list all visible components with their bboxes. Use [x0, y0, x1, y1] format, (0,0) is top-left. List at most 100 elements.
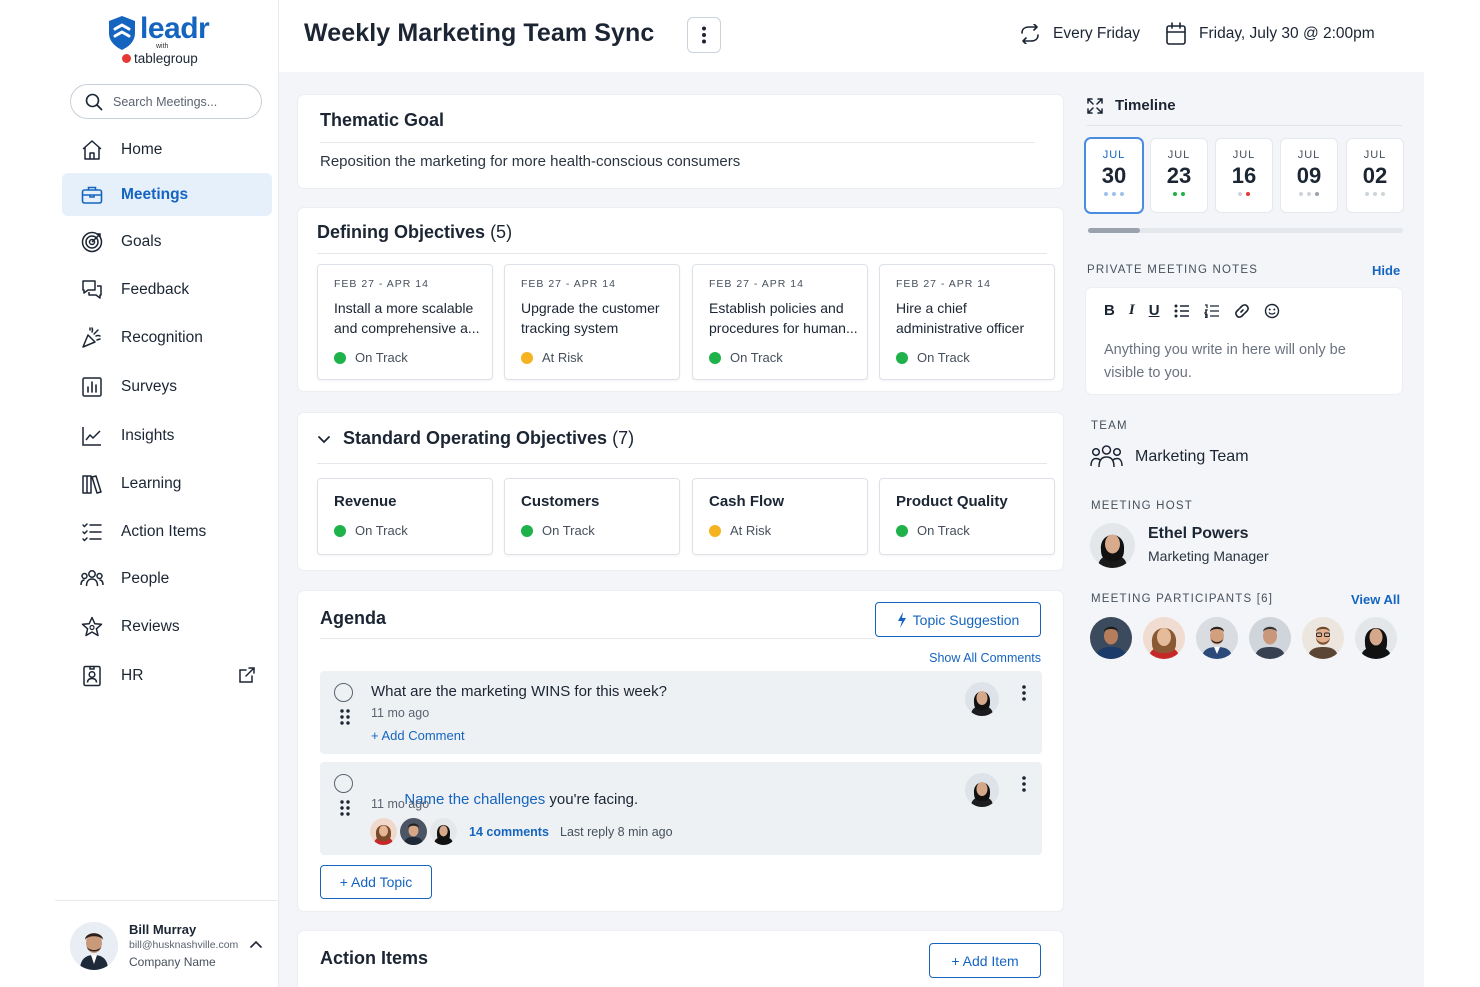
more-vertical-icon[interactable] — [1022, 685, 1026, 701]
objective-title: Upgrade the customer tracking system — [521, 300, 660, 336]
sidebar-item-people[interactable]: People — [62, 557, 272, 600]
participant-avatar[interactable] — [1249, 617, 1291, 659]
numbered-list-icon[interactable] — [1203, 303, 1220, 318]
status-dot-icon — [521, 351, 533, 364]
sidebar-item-insights[interactable]: Insights — [62, 414, 272, 457]
participant-avatar[interactable] — [1302, 617, 1344, 659]
participant-avatar[interactable] — [1090, 617, 1132, 659]
user-avatar[interactable] — [70, 922, 118, 970]
objective-name: Revenue — [334, 493, 397, 510]
timeline-day: 02 — [1362, 163, 1388, 188]
underline-button[interactable]: U — [1149, 302, 1160, 319]
participant-avatar[interactable] — [1196, 617, 1238, 659]
defining-objectives-title: Defining Objectives — [317, 222, 486, 242]
woman-portrait-icon — [1090, 523, 1135, 568]
timeline-date-card[interactable]: JUL 16 — [1216, 139, 1272, 212]
defining-objective-card[interactable]: FEB 27 - APR 14 Hire a chief administrati… — [879, 264, 1055, 380]
sidebar-item-surveys[interactable]: Surveys — [62, 365, 272, 408]
sidebar-item-recognition[interactable]: Recognition — [62, 316, 272, 359]
thematic-goal-text: Reposition the marketing for more health… — [320, 153, 741, 170]
search-meetings-box[interactable] — [70, 84, 262, 119]
commenter-avatars[interactable] — [370, 818, 457, 845]
sidebar-item-meetings[interactable]: Meetings — [62, 173, 272, 216]
timeline-date-card[interactable]: JUL 02 — [1347, 139, 1403, 212]
topic-suggestion-button[interactable]: Topic Suggestion — [875, 602, 1041, 637]
chevron-up-icon[interactable] — [249, 939, 263, 949]
people-icon — [79, 566, 105, 592]
agenda-item[interactable]: What are the marketing WINS for this wee… — [320, 671, 1042, 754]
recurrence-text: Every Friday — [1053, 25, 1140, 42]
standard-objective-card[interactable]: Product Quality On Track — [879, 478, 1055, 555]
bold-button[interactable]: B — [1104, 302, 1115, 319]
calendar-icon — [1166, 22, 1186, 45]
search-input[interactable] — [113, 94, 253, 109]
checklist-icon — [79, 519, 105, 545]
timeline-date-card[interactable]: JUL 09 — [1281, 139, 1337, 212]
timeline-date-card[interactable]: JUL 30 — [1086, 139, 1142, 212]
bullet-list-icon[interactable] — [1174, 304, 1190, 318]
notes-placeholder[interactable]: Anything you write in here will only be … — [1104, 339, 1384, 385]
hide-notes-link[interactable]: Hide — [1372, 263, 1400, 278]
status-dot-icon — [896, 524, 908, 537]
thematic-goal-title: Thematic Goal — [320, 110, 445, 130]
drag-handle-icon[interactable] — [340, 800, 350, 816]
objective-date-range: FEB 27 - APR 14 — [334, 278, 429, 290]
expand-icon[interactable] — [1087, 97, 1103, 114]
objective-status: On Track — [896, 350, 970, 365]
chevron-down-icon[interactable] — [317, 435, 331, 445]
drag-handle-icon[interactable] — [340, 709, 350, 725]
sidebar-item-feedback[interactable]: Feedback — [62, 268, 272, 311]
meeting-datetime[interactable]: Friday, July 30 @ 2:00pm — [1165, 22, 1375, 46]
agenda-complete-radio[interactable] — [334, 683, 353, 702]
sidebar-item-learning[interactable]: Learning — [62, 462, 272, 505]
sidebar-item-hr[interactable]: HR — [62, 654, 272, 697]
timeline-scrollbar-thumb[interactable] — [1088, 228, 1140, 233]
tablegroup-mark-icon — [122, 54, 131, 63]
timeline-date-card[interactable]: JUL 23 — [1151, 139, 1207, 212]
timeline-scrollbar[interactable] — [1088, 228, 1403, 233]
sidebar-item-home[interactable]: Home — [62, 128, 272, 171]
defining-objective-card[interactable]: FEB 27 - APR 14 Upgrade the customer trac… — [504, 264, 680, 380]
private-notes-editor[interactable]: B I U Anything you write in here will on… — [1086, 288, 1402, 394]
status-label: On Track — [917, 350, 970, 365]
standard-objective-card[interactable]: Revenue On Track — [317, 478, 493, 555]
view-all-participants-link[interactable]: View All — [1351, 592, 1400, 607]
agenda-item[interactable]: Name the challenges you're facing. 11 mo… — [320, 762, 1042, 855]
link-icon[interactable] — [1234, 303, 1250, 319]
external-link-icon[interactable] — [238, 666, 256, 689]
standard-objectives-title: Standard Operating Objectives — [343, 428, 608, 448]
more-vertical-icon[interactable] — [1022, 776, 1026, 792]
add-item-button[interactable]: + Add Item — [929, 943, 1041, 978]
objective-date-range: FEB 27 - APR 14 — [521, 278, 616, 290]
comments-count-link[interactable]: 14 comments — [469, 825, 549, 839]
standard-objectives-count: (7) — [612, 428, 635, 448]
agenda-item-creator-avatar[interactable] — [965, 773, 999, 807]
italic-button[interactable]: I — [1129, 302, 1135, 319]
status-dot-icon — [334, 524, 346, 537]
search-icon — [85, 93, 103, 110]
host-avatar[interactable] — [1090, 523, 1135, 568]
participant-avatar[interactable] — [1143, 617, 1185, 659]
defining-objective-card[interactable]: FEB 27 - APR 14 Install a more scalable a… — [317, 264, 493, 380]
leadr-logo[interactable]: leadr with tablegroup — [105, 12, 225, 72]
add-comment-link[interactable]: + Add Comment — [371, 728, 465, 743]
add-topic-button[interactable]: + Add Topic — [320, 865, 432, 899]
sidebar-item-reviews[interactable]: Reviews — [62, 605, 272, 648]
emoji-icon[interactable] — [1264, 303, 1280, 319]
defining-objective-card[interactable]: FEB 27 - APR 14 Establish policies and pr… — [692, 264, 868, 380]
team-info[interactable]: Marketing Team — [1090, 444, 1249, 469]
star-icon — [79, 614, 105, 640]
action-items-card: Action Items + Add Item — [298, 931, 1063, 987]
participant-avatar[interactable] — [1355, 617, 1397, 659]
agenda-item-creator-avatar[interactable] — [965, 682, 999, 716]
id-badge-icon — [79, 663, 105, 689]
agenda-complete-radio[interactable] — [334, 774, 353, 793]
divider — [320, 638, 875, 639]
show-all-comments-link[interactable]: Show All Comments — [929, 651, 1041, 665]
sidebar-item-goals[interactable]: Goals — [62, 220, 272, 263]
meeting-options-button[interactable] — [687, 17, 721, 53]
standard-objective-card[interactable]: Cash Flow At Risk — [692, 478, 868, 555]
sidebar-item-action-items[interactable]: Action Items — [62, 510, 272, 553]
user-profile-footer[interactable]: Bill Murray bill@husknashville.com Compa… — [55, 900, 279, 987]
standard-objective-card[interactable]: Customers On Track — [504, 478, 680, 555]
